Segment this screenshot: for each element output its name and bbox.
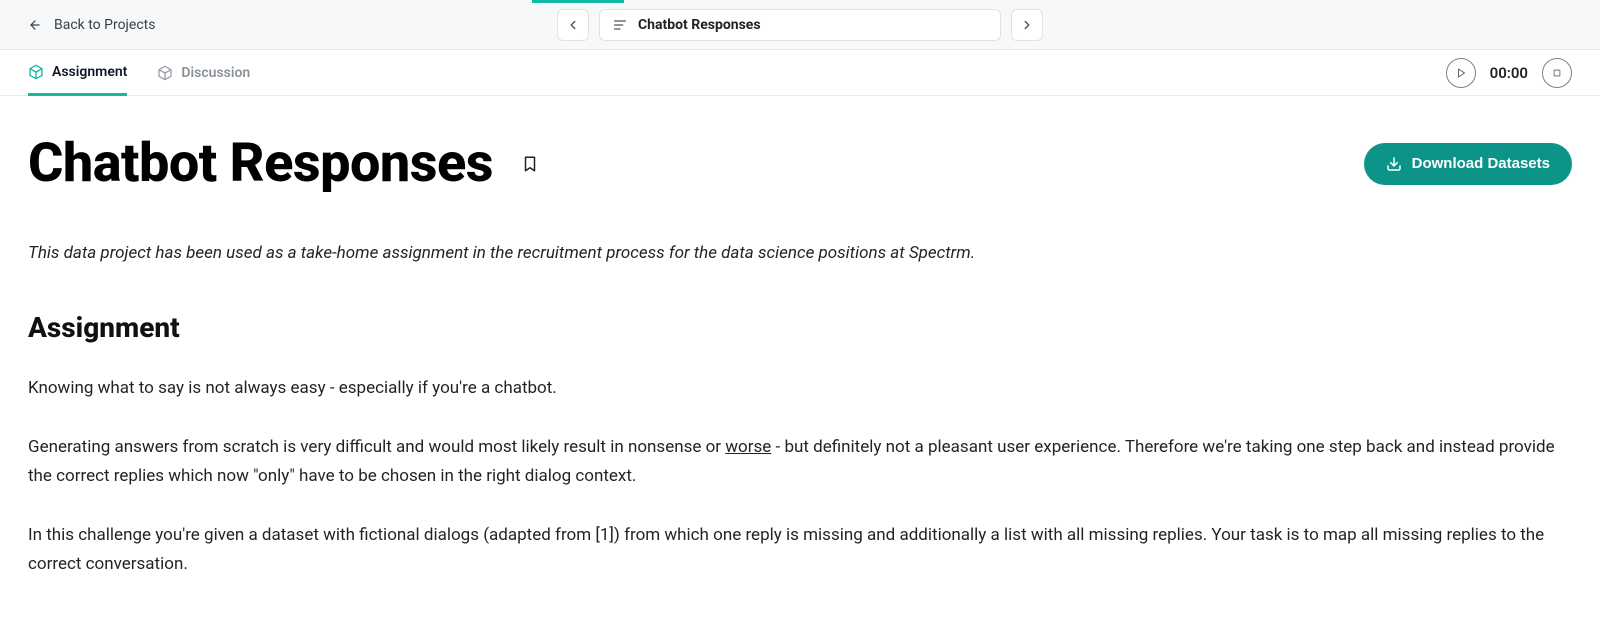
p2-underline: worse xyxy=(725,437,771,457)
tab-discussion-label: Discussion xyxy=(181,65,250,81)
intro-text: This data project has been used as a tak… xyxy=(28,243,1572,263)
cube-icon xyxy=(28,64,44,80)
breadcrumb-pill[interactable]: Chatbot Responses xyxy=(599,9,1001,41)
timer-display: 00:00 xyxy=(1490,64,1528,82)
list-icon xyxy=(612,17,628,33)
paragraph-2: Generating answers from scratch is very … xyxy=(28,433,1572,491)
stop-button[interactable] xyxy=(1542,58,1572,88)
bookmark-icon xyxy=(521,153,539,175)
play-icon xyxy=(1455,67,1467,79)
section-heading: Assignment xyxy=(28,311,1572,344)
page-title: Chatbot Responses xyxy=(28,132,493,195)
arrow-left-icon xyxy=(28,18,42,32)
chevron-left-icon xyxy=(566,18,580,32)
bookmark-button[interactable] xyxy=(521,153,539,175)
download-datasets-button[interactable]: Download Datasets xyxy=(1364,143,1572,185)
paragraph-1: Knowing what to say is not always easy -… xyxy=(28,374,1572,403)
back-to-projects-link[interactable]: Back to Projects xyxy=(28,17,155,33)
download-label: Download Datasets xyxy=(1412,155,1550,172)
top-accent-bar xyxy=(532,0,624,3)
chevron-right-icon xyxy=(1020,18,1034,32)
tab-assignment[interactable]: Assignment xyxy=(28,50,127,96)
cube-icon xyxy=(157,65,173,81)
next-button[interactable] xyxy=(1011,9,1043,41)
download-icon xyxy=(1386,156,1402,172)
p2-part-a: Generating answers from scratch is very … xyxy=(28,437,725,457)
tab-assignment-label: Assignment xyxy=(52,64,127,80)
breadcrumb-title: Chatbot Responses xyxy=(638,17,761,33)
paragraph-3: In this challenge you're given a dataset… xyxy=(28,521,1572,579)
stop-icon xyxy=(1552,68,1562,78)
tab-discussion[interactable]: Discussion xyxy=(157,50,250,96)
back-label: Back to Projects xyxy=(54,17,155,33)
prev-button[interactable] xyxy=(557,9,589,41)
play-button[interactable] xyxy=(1446,58,1476,88)
